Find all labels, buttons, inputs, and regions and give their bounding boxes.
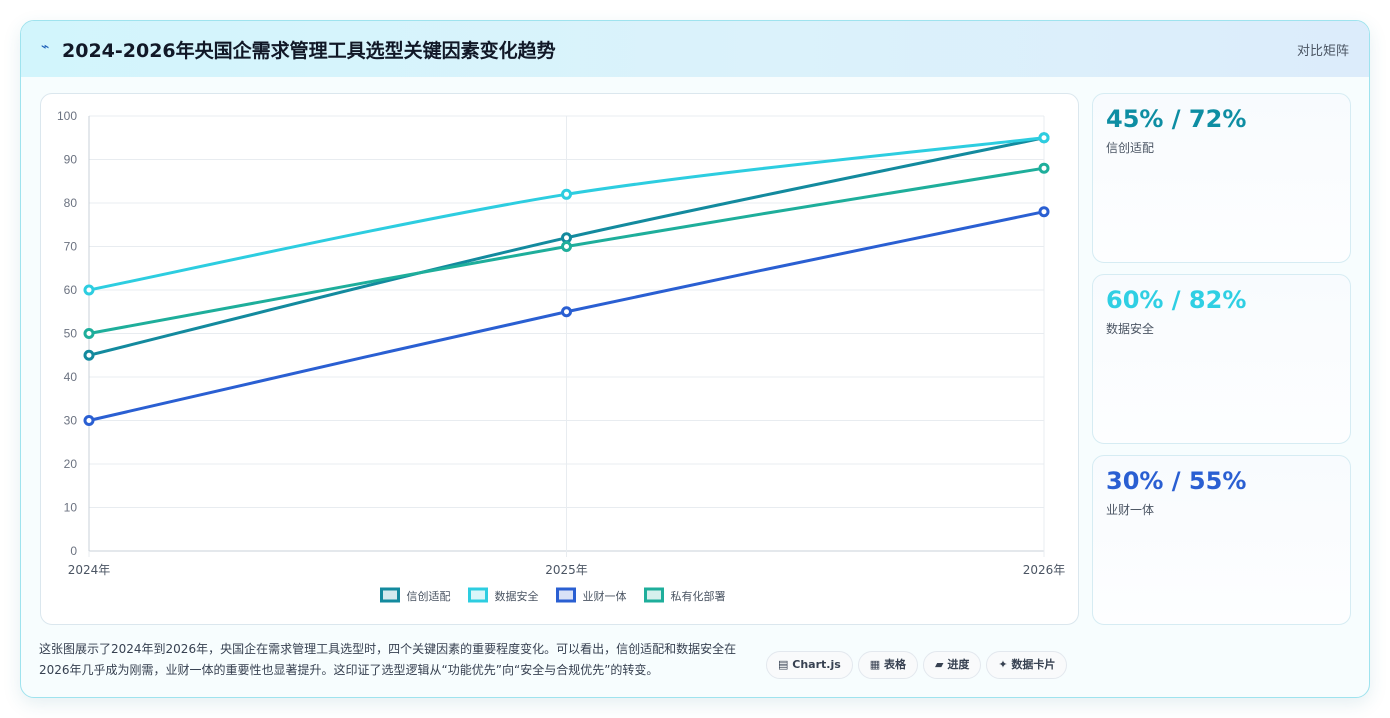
chip-label: 进度 xyxy=(947,658,970,671)
stat-value: 30% / 55% xyxy=(1106,467,1247,495)
x-tick-label: 2025年 xyxy=(545,563,588,577)
data-point xyxy=(83,415,95,426)
chip-chartjs[interactable]: ▤ Chart.js xyxy=(766,651,853,679)
legend-label: 数据安全 xyxy=(495,589,539,603)
y-tick-label: 0 xyxy=(70,544,77,558)
y-tick-label: 50 xyxy=(64,327,78,341)
legend-swatch xyxy=(468,587,488,603)
progress-icon: ▰ xyxy=(935,658,944,671)
stat-value: 45% / 72% xyxy=(1106,105,1247,133)
data-point xyxy=(83,328,95,339)
legend-swatch xyxy=(556,587,576,603)
legend-label: 私有化部署 xyxy=(671,589,726,603)
data-point xyxy=(1038,132,1050,144)
stat-card-xinchuang: 45% / 72% 信创适配 xyxy=(1092,93,1351,263)
chip-label: 表格 xyxy=(884,658,907,671)
stat-value: 60% / 82% xyxy=(1106,286,1247,314)
y-tick-label: 20 xyxy=(64,457,78,471)
data-point xyxy=(1038,206,1050,218)
stat-label: 数据安全 xyxy=(1106,322,1155,336)
chart-card: 0 10 20 30 40 50 60 70 80 90 100 2024年 2025年 2026年信创适… xyxy=(40,93,1079,625)
view-chips: ▤ Chart.js ▦ 表格 ▰ 进度 ✦ 数据卡片 xyxy=(766,651,1072,679)
legend-swatch xyxy=(380,587,400,603)
line-chart: 0 10 20 30 40 50 60 70 80 90 100 2024年 2025年 2026年信创适… xyxy=(57,109,1066,603)
legend-label: 信创适配 xyxy=(407,590,451,603)
y-tick-label: 80 xyxy=(64,196,78,210)
trend-panel: ⌁ 2024-2026年央国企需求管理工具选型关键因素变化趋势 对比矩阵 0 10… xyxy=(20,20,1370,698)
x-tick-label: 2026年 xyxy=(1023,563,1066,577)
y-tick-label: 60 xyxy=(64,283,78,297)
data-point xyxy=(83,349,95,361)
data-point xyxy=(561,232,572,244)
data-point xyxy=(561,241,572,252)
panel-header: ⌁ 2024-2026年央国企需求管理工具选型关键因素变化趋势 对比矩阵 xyxy=(21,21,1369,77)
sparkle-icon: ✦ xyxy=(998,658,1008,671)
chip-table[interactable]: ▦ 表格 xyxy=(857,651,919,679)
chart-icon: ▤ xyxy=(778,658,789,671)
page-title: 2024-2026年央国企需求管理工具选型关键因素变化趋势 xyxy=(62,40,556,62)
data-point xyxy=(83,284,95,296)
y-tick-label: 90 xyxy=(64,153,78,167)
chip-progress[interactable]: ▰ 进度 xyxy=(923,651,982,679)
legend-swatch xyxy=(644,587,664,603)
compare-matrix-link[interactable]: 对比矩阵 xyxy=(1297,40,1349,59)
chip-label: 数据卡片 xyxy=(1011,658,1056,671)
y-tick-label: 70 xyxy=(64,240,78,254)
stat-card-finance: 30% / 55% 业财一体 xyxy=(1092,455,1351,625)
chip-label: Chart.js xyxy=(792,658,841,671)
legend-label: 业财一体 xyxy=(583,589,627,603)
stat-label: 业财一体 xyxy=(1106,503,1155,517)
y-tick-label: 10 xyxy=(64,501,78,515)
data-point xyxy=(1038,162,1050,174)
table-icon: ▦ xyxy=(869,658,881,671)
stat-card-data-security: 60% / 82% 数据安全 xyxy=(1092,274,1351,444)
data-point xyxy=(561,306,572,318)
chart-description: 这张图展示了2024年到2026年，央国企在需求管理工具选型时，四个关键因素的重… xyxy=(39,642,737,677)
y-tick-label: 100 xyxy=(57,109,77,123)
chip-data-card[interactable]: ✦ 数据卡片 xyxy=(986,651,1068,679)
stat-label: 信创适配 xyxy=(1106,141,1155,155)
y-tick-label: 40 xyxy=(64,370,78,384)
trend-icon: ⌁ xyxy=(41,39,50,55)
data-point xyxy=(561,188,572,200)
y-tick-label: 30 xyxy=(64,414,78,428)
x-tick-label: 2024年 xyxy=(68,563,111,577)
